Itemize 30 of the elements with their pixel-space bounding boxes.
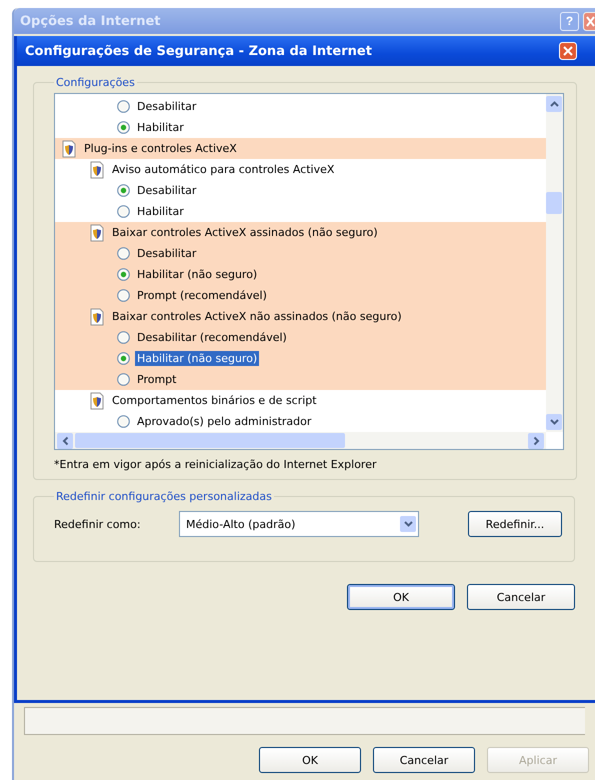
option-label[interactable]: Desabilitar <box>135 183 198 198</box>
setting-row[interactable]: Baixar controles ActiveX assinados (não seguro) <box>55 222 546 243</box>
reset-label: Redefinir como: <box>54 518 142 530</box>
option-label[interactable]: Habilitar <box>135 120 186 135</box>
option-label[interactable]: Habilitar (não seguro) <box>135 351 260 366</box>
window-title: Opções da Internet <box>20 14 162 28</box>
option-label[interactable]: Prompt <box>135 372 178 387</box>
footer-button[interactable]: Cancelar <box>373 747 475 773</box>
reset-button[interactable]: Redefinir... <box>468 511 562 537</box>
setting-label: Aviso automático para controles ActiveX <box>111 162 336 177</box>
option-label[interactable]: Prompt (recomendável) <box>135 288 269 303</box>
option-label[interactable]: Desabilitar <box>135 246 198 261</box>
setting-label: Plug-ins e controles ActiveX <box>83 141 238 156</box>
dialog-button[interactable]: Cancelar <box>467 584 575 610</box>
group-title: Configurações <box>55 76 136 89</box>
option-label[interactable]: Habilitar <box>135 204 186 219</box>
option-label[interactable]: Aprovado(s) pelo administrador <box>135 414 314 429</box>
setting-label: Comportamentos binários e de script <box>111 393 318 408</box>
option-label[interactable]: Habilitar (não seguro) <box>135 267 260 282</box>
setting-row[interactable]: Baixar controles ActiveX não assinados (não seguro) <box>55 306 546 327</box>
footer-button[interactable]: OK <box>259 747 361 773</box>
note-text: *Entra em vigor após a reinicialização do Internet Explorer <box>54 458 378 471</box>
dialog-button[interactable]: OK <box>347 584 455 610</box>
setting-row[interactable]: Plug-ins e controles ActiveX <box>55 138 546 159</box>
group-title: Redefinir configurações personalizadas <box>55 490 273 503</box>
setting-label: Baixar controles ActiveX não assinados (não seguro) <box>111 309 403 324</box>
setting-label: Baixar controles ActiveX assinados (não seguro) <box>111 225 379 240</box>
option-label[interactable]: Desabilitar <box>135 99 198 114</box>
level-dropdown[interactable]: Médio-Alto (padrão) <box>179 511 419 537</box>
dialog-title: Configurações de Segurança - Zona da Internet <box>25 44 373 58</box>
